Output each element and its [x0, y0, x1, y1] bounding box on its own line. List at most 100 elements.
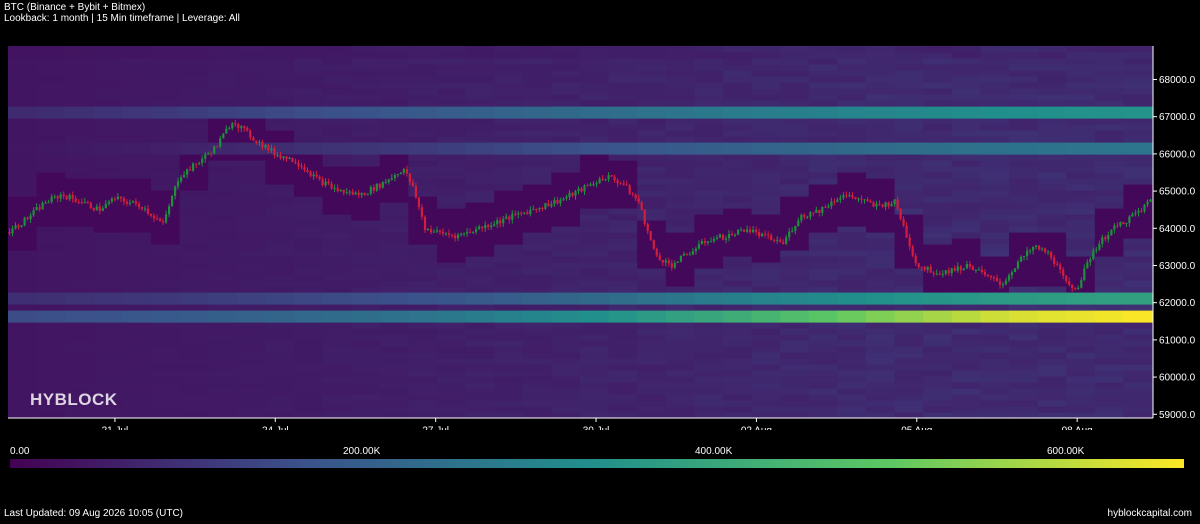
heatmap-cell	[751, 130, 781, 137]
heatmap-cell	[608, 358, 638, 365]
candle-body	[818, 209, 821, 213]
heatmap-cell	[894, 334, 924, 341]
heatmap-cell	[351, 250, 381, 257]
heatmap-cell	[1009, 154, 1039, 161]
heatmap-cell	[665, 148, 695, 155]
heatmap-cell	[1094, 328, 1124, 335]
heatmap-cell	[723, 286, 753, 293]
candle-body	[583, 185, 586, 192]
heatmap-cell	[465, 124, 495, 131]
heatmap-cell	[780, 316, 810, 323]
heatmap-cell	[522, 64, 552, 71]
heatmap-cell	[322, 364, 352, 371]
heatmap-cell	[694, 328, 724, 335]
heatmap-cell	[1123, 142, 1153, 149]
heatmap-cell	[1094, 226, 1124, 233]
heatmap-cell	[151, 268, 181, 275]
heatmap-cell	[1009, 370, 1039, 377]
heatmap-cell	[465, 136, 495, 143]
heatmap-cell	[465, 172, 495, 179]
heatmap-cell	[151, 172, 181, 179]
heatmap-cell	[894, 208, 924, 215]
heatmap-cell	[36, 142, 66, 149]
heatmap-cell	[1037, 70, 1067, 77]
heatmap-cell	[494, 184, 524, 191]
heatmap-cell	[723, 358, 753, 365]
heatmap-cell	[122, 70, 152, 77]
heatmap-cell	[665, 358, 695, 365]
heatmap-cell	[494, 226, 524, 233]
heatmap-cell	[580, 64, 610, 71]
heatmap-cell	[151, 328, 181, 335]
heatmap-cell	[208, 358, 238, 365]
heatmap-cell	[980, 292, 1010, 299]
heatmap-cell	[294, 214, 324, 221]
candle-body	[330, 183, 333, 189]
heatmap-cell	[351, 64, 381, 71]
heatmap-cell	[93, 328, 123, 335]
heatmap-cell	[980, 100, 1010, 107]
heatmap-cell	[1123, 52, 1153, 59]
heatmap-cell	[465, 46, 495, 53]
heatmap-cell	[294, 328, 324, 335]
candle-body	[336, 187, 339, 192]
heatmap-cell	[494, 292, 524, 299]
heatmap-cell	[93, 166, 123, 173]
candle-body	[146, 208, 150, 214]
heatmap-cell	[866, 184, 896, 191]
heatmap-cell	[608, 400, 638, 407]
heatmap-cell	[923, 370, 953, 377]
heatmap-cell	[437, 136, 467, 143]
heatmap-cell	[379, 298, 409, 305]
heatmap-cell	[637, 382, 667, 389]
heatmap-cell	[1066, 352, 1096, 359]
heatmap-cell	[723, 118, 753, 125]
candle-body	[183, 174, 186, 178]
heatmap-cell	[808, 358, 838, 365]
candle-body	[35, 207, 38, 211]
site-link[interactable]: hyblockcapital.com	[1108, 508, 1192, 519]
heatmap-cell	[923, 304, 953, 311]
heatmap-cell	[1123, 70, 1153, 77]
heatmap-cell	[637, 118, 667, 125]
heatmap-cell	[808, 142, 838, 149]
candle-body	[610, 175, 613, 177]
heatmap-cell	[780, 172, 810, 179]
candle-body	[411, 182, 414, 187]
candle-body	[1035, 245, 1038, 247]
heatmap-cell	[1094, 160, 1124, 167]
heatmap-cell	[951, 208, 981, 215]
heatmap-cell	[65, 160, 95, 167]
heatmap-cell	[351, 202, 381, 209]
heatmap-cell	[8, 172, 38, 179]
heatmap-cell	[723, 364, 753, 371]
heatmap-cell	[522, 70, 552, 77]
heatmap-cell	[379, 94, 409, 101]
heatmap-cell	[951, 160, 981, 167]
heatmap-cell	[951, 406, 981, 413]
candle-body	[830, 201, 833, 207]
heatmap-cell	[522, 106, 552, 113]
heatmap-cell	[866, 52, 896, 59]
candle-body	[989, 275, 992, 278]
candle-body	[511, 213, 514, 220]
heatmap-cell	[265, 190, 295, 197]
heatmap-cell	[36, 346, 66, 353]
candle-body	[691, 251, 694, 255]
heatmap-cell	[122, 64, 152, 71]
heatmap-cell	[837, 232, 867, 239]
heatmap-cell	[522, 370, 552, 377]
heatmap-cell	[437, 100, 467, 107]
heatmap-cell	[665, 310, 695, 317]
heatmap-cell	[1066, 346, 1096, 353]
heatmap-cell	[723, 244, 753, 251]
heatmap-cell	[923, 106, 953, 113]
heatmap-cell	[465, 310, 495, 317]
candle-body	[267, 145, 270, 151]
heatmap-cell	[265, 292, 295, 299]
heatmap-cell	[694, 46, 724, 53]
candle-body	[493, 224, 496, 226]
heatmap-cell	[494, 136, 524, 143]
heatmap-cell	[780, 160, 810, 167]
candle-body	[186, 169, 189, 175]
